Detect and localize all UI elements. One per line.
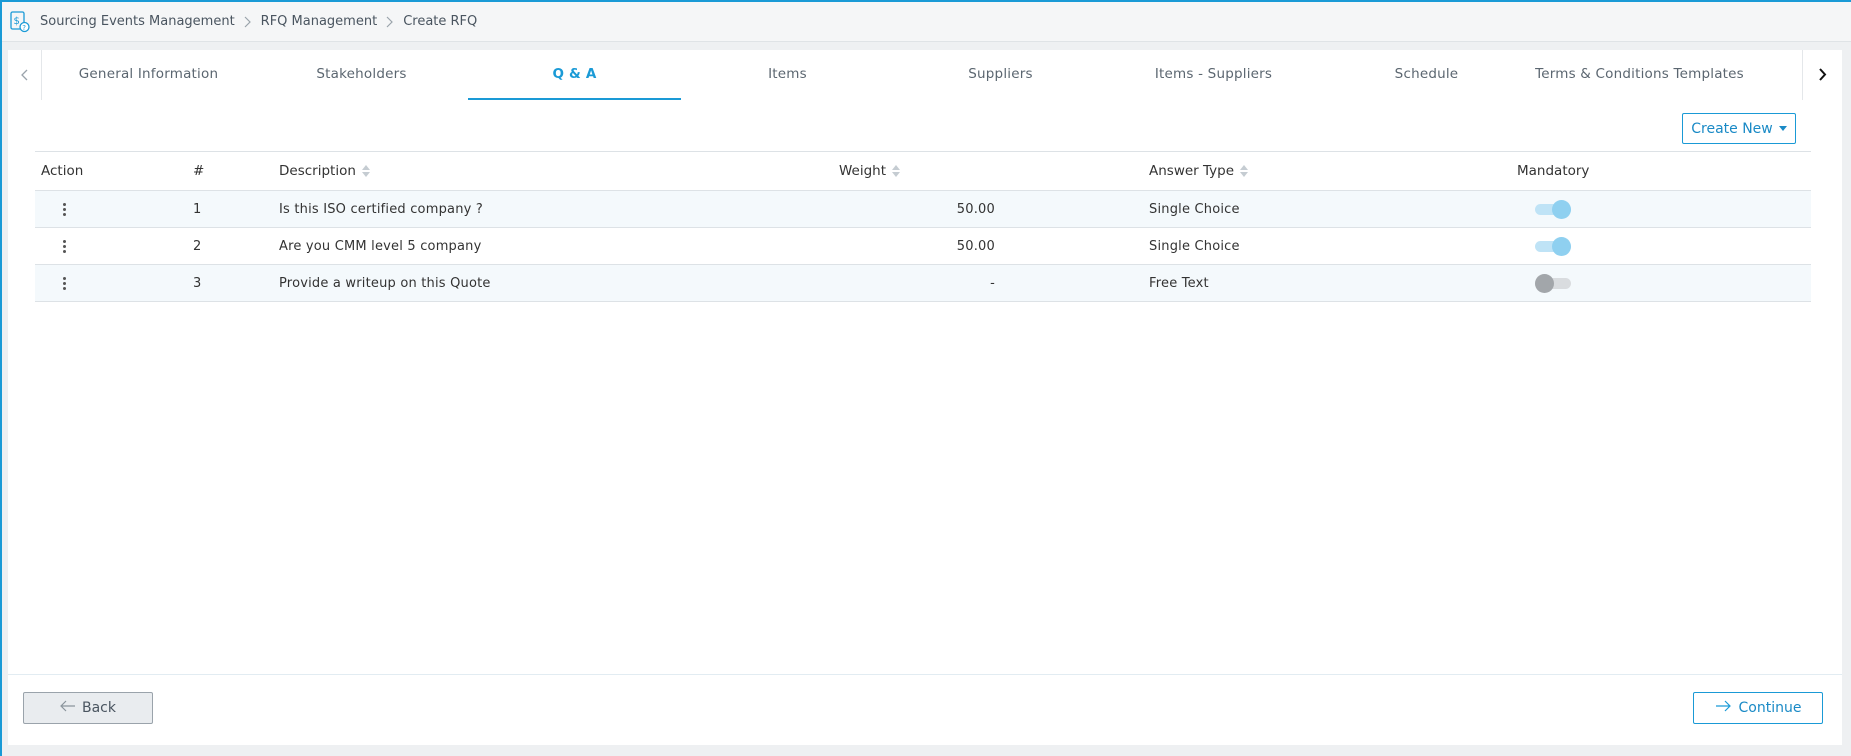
description-header-label: Description [279,163,356,179]
column-header-weight[interactable]: Weight [837,163,1147,179]
chevron-right-icon [239,15,257,29]
table-row: 2 Are you CMM level 5 company 50.00 Sing… [35,228,1811,265]
mandatory-toggle[interactable] [1535,273,1571,293]
back-button[interactable]: Back [23,692,153,724]
row-answer-type: Free Text [1149,275,1209,291]
tab-scroll-right-button[interactable] [1802,50,1842,100]
kebab-icon[interactable] [57,199,71,219]
breadcrumb-item-sourcing[interactable]: Sourcing Events Management [40,14,235,29]
chevron-right-icon [1818,66,1827,85]
table-row: 1 Is this ISO certified company ? 50.00 … [35,191,1811,228]
tab-list: General Information Stakeholders Q & A I… [42,50,1802,100]
row-number: 3 [193,275,202,291]
kebab-icon[interactable] [57,273,71,293]
weight-header-label: Weight [839,163,887,179]
table-row: 3 Provide a writeup on this Quote - Free… [35,265,1811,302]
row-answer-type: Single Choice [1149,238,1240,254]
answer-type-header-label: Answer Type [1149,163,1235,179]
mandatory-toggle[interactable] [1535,236,1571,256]
mandatory-toggle[interactable] [1535,199,1571,219]
breadcrumb-item-create-rfq: Create RFQ [403,14,478,29]
qa-table: Action # Description Weight Answer Type [35,151,1811,302]
tab-schedule[interactable]: Schedule [1320,50,1533,100]
tab-stakeholders[interactable]: Stakeholders [255,50,468,100]
tab-q-and-a[interactable]: Q & A [468,50,681,100]
row-answer-type: Single Choice [1149,201,1240,217]
caret-down-icon [1778,126,1787,131]
back-button-label: Back [82,700,116,716]
tab-terms-conditions-templates[interactable]: Terms & Conditions Templates [1533,50,1746,100]
row-number: 1 [193,201,202,217]
arrow-right-icon [1715,700,1731,716]
row-weight: 50.00 [956,201,995,217]
kebab-icon[interactable] [57,236,71,256]
breadcrumb-item-rfq-management[interactable]: RFQ Management [261,14,378,29]
create-new-label: Create New [1691,120,1773,137]
left-accent-line [0,0,2,756]
column-header-number: # [193,163,205,179]
row-weight: 50.00 [956,238,995,254]
column-header-answer-type[interactable]: Answer Type [1147,163,1517,179]
svg-text:?: ? [22,23,26,31]
continue-button-label: Continue [1738,700,1802,716]
breadcrumb: $ ? Sourcing Events Management RFQ Manag… [2,2,1851,42]
bottom-strip [2,745,1851,756]
sort-icon[interactable] [892,165,901,177]
main-panel: General Information Stakeholders Q & A I… [8,50,1842,745]
column-header-mandatory: Mandatory [1517,163,1590,179]
footer-divider [8,674,1842,675]
tab-items[interactable]: Items [681,50,894,100]
column-header-description[interactable]: Description [277,163,837,179]
svg-text:$: $ [14,16,20,27]
app-sourcing-icon: $ ? [8,10,32,34]
tab-bar: General Information Stakeholders Q & A I… [8,50,1842,100]
row-weight: - [990,275,995,291]
chevron-right-icon [381,15,399,29]
tab-items-suppliers[interactable]: Items - Suppliers [1107,50,1320,100]
column-header-action: Action [41,163,84,179]
chevron-left-icon [20,66,29,85]
sort-icon[interactable] [1240,165,1249,177]
row-description: Is this ISO certified company ? [279,201,483,217]
arrow-left-icon [60,700,76,716]
tab-scroll-left-button[interactable] [8,50,42,100]
table-header: Action # Description Weight Answer Type [35,151,1811,191]
tab-suppliers[interactable]: Suppliers [894,50,1107,100]
row-number: 2 [193,238,202,254]
tab-general-information[interactable]: General Information [42,50,255,100]
sort-icon[interactable] [361,165,370,177]
continue-button[interactable]: Continue [1693,692,1823,724]
row-description: Provide a writeup on this Quote [279,275,491,291]
create-new-button[interactable]: Create New [1682,113,1796,144]
row-description: Are you CMM level 5 company [279,238,482,254]
